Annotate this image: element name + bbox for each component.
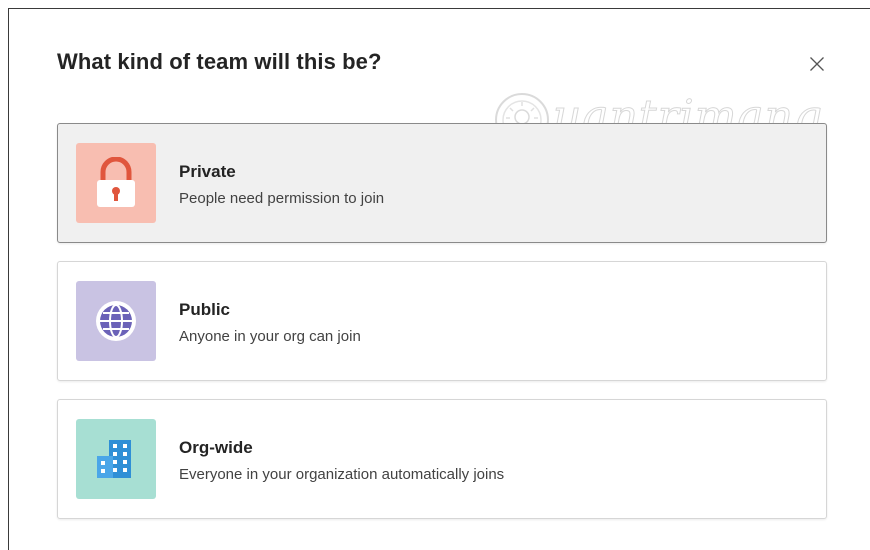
close-button[interactable]	[804, 51, 830, 77]
globe-icon	[96, 301, 136, 341]
private-icon-tile	[76, 143, 156, 223]
building-icon	[97, 440, 131, 478]
option-title: Private	[179, 162, 236, 181]
dialog-title: What kind of team will this be?	[57, 49, 382, 74]
lock-icon	[97, 157, 135, 207]
close-icon	[810, 57, 824, 71]
option-org-wide[interactable]: Org-wide Everyone in your organization a…	[57, 399, 827, 519]
option-title: Public	[179, 300, 231, 319]
option-description: Anyone in your org can join	[179, 328, 361, 345]
public-icon-tile	[76, 281, 156, 361]
option-description: Everyone in your organization automatica…	[179, 466, 505, 483]
org-wide-icon-tile	[76, 419, 156, 499]
option-public[interactable]: Public Anyone in your org can join	[57, 261, 827, 381]
team-type-dialog: What kind of team will this be? uantrima…	[8, 8, 870, 550]
option-private[interactable]: Private People need permission to join	[57, 123, 827, 243]
option-description: People need permission to join	[179, 190, 385, 207]
option-title: Org-wide	[179, 438, 253, 457]
